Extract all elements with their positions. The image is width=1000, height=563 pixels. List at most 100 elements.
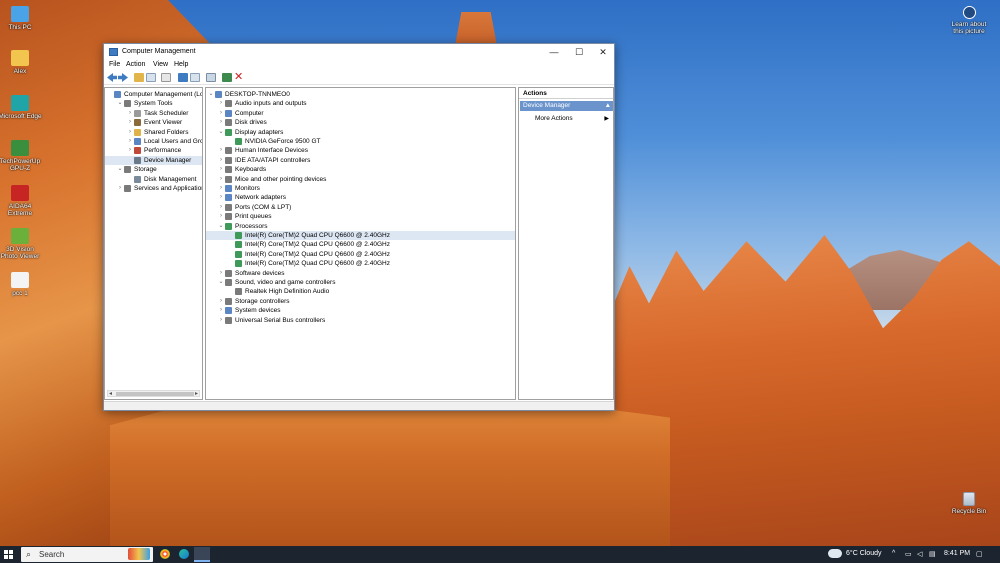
desktop-icon-user-folder[interactable]: Alex (0, 50, 42, 75)
collapsed-chevron-icon[interactable]: › (218, 175, 224, 184)
uninstall-device-icon[interactable]: ✕ (234, 72, 244, 83)
device-node[interactable]: › Print queues (206, 212, 515, 221)
device-node[interactable]: NVIDIA GeForce 9500 GT (206, 137, 515, 146)
device-node[interactable]: ⌄ Display adapters (206, 128, 515, 137)
expanded-chevron-icon[interactable]: ⌄ (208, 90, 214, 99)
desktop-icon-3d-vision[interactable]: 3D Vision Photo Viewer (0, 228, 42, 260)
tree-node[interactable]: › Task Scheduler (105, 109, 202, 118)
device-node[interactable]: ⌄ Sound, video and game controllers (206, 278, 515, 287)
collapsed-chevron-icon[interactable]: › (218, 203, 224, 212)
up-folder-icon[interactable] (134, 73, 144, 82)
desktop-icon-aida64[interactable]: AIDA64 Extreme (0, 185, 42, 217)
device-node[interactable]: › Storage controllers (206, 297, 515, 306)
learn-about-picture[interactable]: Learn about this picture (947, 6, 991, 35)
collapsed-chevron-icon[interactable]: › (218, 297, 224, 306)
device-node[interactable]: › IDE ATA/ATAPI controllers (206, 156, 515, 165)
forward-icon[interactable] (118, 73, 128, 82)
device-node[interactable]: Realtek High Definition Audio (206, 287, 515, 296)
back-icon[interactable] (107, 73, 117, 82)
properties-icon[interactable] (190, 73, 200, 82)
collapsed-chevron-icon[interactable]: › (218, 146, 224, 155)
menu-view[interactable]: View (153, 61, 168, 68)
sound-icon[interactable]: ◁ (917, 550, 922, 558)
more-actions-item[interactable]: More Actions (535, 115, 573, 122)
submenu-arrow-icon[interactable]: ▶ (604, 115, 609, 122)
device-node[interactable]: › Human Interface Devices (206, 146, 515, 155)
expanded-chevron-icon[interactable]: ⌄ (117, 165, 123, 174)
device-node[interactable]: › System devices (206, 306, 515, 315)
device-node[interactable]: › Disk drives (206, 118, 515, 127)
maximize-button[interactable]: ☐ (567, 44, 591, 60)
tree-node[interactable]: › Services and Applications (105, 184, 202, 193)
expanded-chevron-icon[interactable]: ⌄ (218, 222, 224, 231)
desktop-icon-file[interactable]: pcc 1 (0, 272, 42, 297)
collapsed-chevron-icon[interactable]: › (218, 184, 224, 193)
notification-icon[interactable]: ▢ (976, 550, 983, 558)
tree-node[interactable]: ⌄ System Tools (105, 99, 202, 108)
device-node[interactable]: › Keyboards (206, 165, 515, 174)
edge-taskbar-icon[interactable] (179, 549, 189, 559)
show-hide-tree-icon[interactable] (146, 73, 156, 82)
title-bar[interactable]: Computer Management — ☐ ✕ (104, 44, 614, 60)
device-node[interactable]: › Mice and other pointing devices (206, 175, 515, 184)
weather-text[interactable]: 6°C Cloudy (846, 550, 881, 557)
actions-section-device-manager[interactable]: Device Manager ▲ (520, 101, 613, 111)
menu-help[interactable]: Help (174, 61, 188, 68)
device-node[interactable]: › Network adapters (206, 193, 515, 202)
export-list-icon[interactable] (161, 73, 171, 82)
expanded-chevron-icon[interactable]: ⌄ (218, 128, 224, 137)
collapsed-chevron-icon[interactable]: › (127, 128, 133, 137)
device-node[interactable]: › Monitors (206, 184, 515, 193)
computer-management-taskbar-icon[interactable] (194, 547, 210, 562)
minimize-button[interactable]: — (542, 44, 566, 60)
collapsed-chevron-icon[interactable]: › (117, 184, 123, 193)
weather-cloud-icon[interactable] (828, 549, 842, 558)
menu-action[interactable]: Action (126, 61, 145, 68)
tree-node[interactable]: Computer Management (Local (105, 90, 202, 99)
tree-node[interactable]: › Performance (105, 146, 202, 155)
update-driver-icon[interactable] (222, 73, 232, 82)
horizontal-scrollbar[interactable]: ◂ ▸ (107, 390, 200, 397)
device-node[interactable]: Intel(R) Core(TM)2 Quad CPU Q6600 @ 2.40… (206, 250, 515, 259)
device-node[interactable]: › Universal Serial Bus controllers (206, 316, 515, 325)
desktop-icon-this-pc[interactable]: This PC (0, 6, 42, 31)
collapsed-chevron-icon[interactable]: › (127, 118, 133, 127)
tree-node[interactable]: Disk Management (105, 175, 202, 184)
collapsed-chevron-icon[interactable]: › (218, 109, 224, 118)
scroll-left-icon[interactable]: ◂ (109, 390, 112, 397)
collapsed-chevron-icon[interactable]: › (218, 306, 224, 315)
collapsed-chevron-icon[interactable]: › (218, 316, 224, 325)
device-node[interactable]: ⌄ Processors (206, 222, 515, 231)
collapsed-chevron-icon[interactable]: › (218, 212, 224, 221)
collapsed-chevron-icon[interactable]: › (218, 118, 224, 127)
device-node[interactable]: › Audio inputs and outputs (206, 99, 515, 108)
menu-file[interactable]: File (109, 61, 120, 68)
collapsed-chevron-icon[interactable]: › (218, 165, 224, 174)
collapse-caret-icon[interactable]: ▲ (605, 101, 611, 111)
tree-node[interactable]: › Event Viewer (105, 118, 202, 127)
network-icon[interactable]: ▭ (905, 550, 912, 558)
collapsed-chevron-icon[interactable]: › (127, 137, 133, 146)
tree-node[interactable]: › Shared Folders (105, 128, 202, 137)
device-node[interactable]: Intel(R) Core(TM)2 Quad CPU Q6600 @ 2.40… (206, 231, 515, 240)
collapsed-chevron-icon[interactable]: › (218, 269, 224, 278)
collapsed-chevron-icon[interactable]: › (127, 146, 133, 155)
clock[interactable]: 8:41 PM (944, 550, 970, 557)
tree-node[interactable]: › Local Users and Groups (105, 137, 202, 146)
collapsed-chevron-icon[interactable]: › (127, 109, 133, 118)
collapsed-chevron-icon[interactable]: › (218, 99, 224, 108)
close-button[interactable]: ✕ (591, 44, 615, 60)
device-node[interactable]: › Ports (COM & LPT) (206, 203, 515, 212)
search-highlight-icon[interactable] (128, 548, 150, 560)
device-node[interactable]: › Computer (206, 109, 515, 118)
notification-center-icon[interactable]: ▤ (929, 550, 936, 558)
chrome-icon[interactable] (160, 549, 170, 559)
desktop-icon-edge[interactable]: Microsoft Edge (0, 95, 42, 120)
scrollbar-thumb[interactable] (116, 392, 194, 396)
device-node[interactable]: › Software devices (206, 269, 515, 278)
device-node[interactable]: ⌄ DESKTOP-TNNMEO0 (206, 90, 515, 99)
start-button[interactable] (4, 550, 13, 559)
collapsed-chevron-icon[interactable]: › (218, 193, 224, 202)
expanded-chevron-icon[interactable]: ⌄ (218, 278, 224, 287)
desktop-icon-gpuz[interactable]: TechPowerUp GPU-Z (0, 140, 42, 172)
